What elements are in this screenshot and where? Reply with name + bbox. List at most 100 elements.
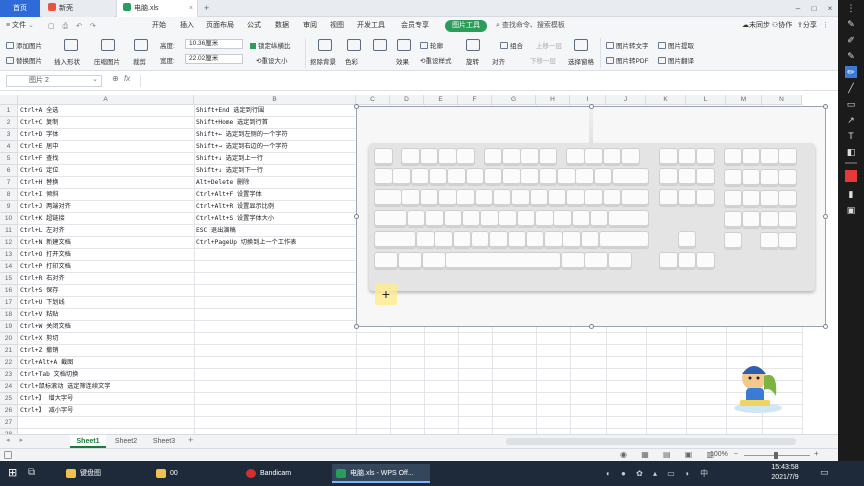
row-header[interactable]: 13 <box>0 249 18 261</box>
row-header[interactable]: 8 <box>0 189 18 201</box>
keyboard-picture[interactable]: + <box>354 104 828 329</box>
macro-icon[interactable] <box>4 451 12 459</box>
cell[interactable]: Ctrl+K 超链接 <box>20 213 193 225</box>
select-all-corner[interactable] <box>0 95 18 105</box>
cell[interactable]: Ctrl+I 倾斜 <box>20 189 193 201</box>
start-icon[interactable]: ⊞ <box>8 467 20 479</box>
menu-review[interactable]: 审阅 <box>303 17 317 35</box>
cell[interactable]: Ctrl+E 居中 <box>20 141 193 153</box>
zoom-level[interactable]: 100% <box>710 451 728 458</box>
taskbar-app-folder[interactable]: 00 <box>152 464 238 483</box>
cell[interactable]: Ctrl+PageUp 切换到上一个工作表 <box>196 237 355 249</box>
cell[interactable]: Ctrl+P 打印文档 <box>20 261 193 273</box>
resize-handle[interactable] <box>823 324 828 329</box>
menu-file[interactable]: ≡ 文件 ⌄ <box>6 17 34 35</box>
maximize-icon[interactable]: □ <box>806 0 822 17</box>
view-mode-icons[interactable]: ◉ ▦ ▤ ▣ ▥ <box>620 450 720 459</box>
cell[interactable]: Ctrl+】 减小字号 <box>20 405 193 417</box>
column-header[interactable]: D <box>390 95 424 105</box>
menu-formula[interactable]: 公式 <box>247 17 261 35</box>
tab-new[interactable]: 新壳 <box>42 0 114 17</box>
reset-style-button[interactable]: ⟲重设样式 <box>420 55 451 65</box>
cell[interactable]: Ctrl+R 右对齐 <box>20 273 193 285</box>
color-swatch-red[interactable] <box>845 170 857 182</box>
text-icon[interactable]: T <box>845 130 857 142</box>
row-header[interactable]: 24 <box>0 381 18 393</box>
menu-start[interactable]: 开始 <box>152 17 166 35</box>
cell[interactable]: Ctrl+W 关闭文档 <box>20 321 193 333</box>
row-header[interactable]: 5 <box>0 153 18 165</box>
cell[interactable]: Ctrl+Alt+F 设置字体 <box>196 189 355 201</box>
crop-button[interactable]: 裁剪 <box>133 56 146 66</box>
row-header[interactable]: 4 <box>0 141 18 153</box>
group-button[interactable]: 组合 <box>500 40 523 50</box>
row-header[interactable]: 2 <box>0 117 18 129</box>
eraser-icon[interactable]: ◧ <box>845 146 857 158</box>
clear-icon[interactable]: ▣ <box>845 204 857 216</box>
align-button[interactable]: 对齐 <box>492 56 505 66</box>
cell[interactable]: Ctrl+C 复制 <box>20 117 193 129</box>
column-header[interactable]: A <box>18 95 194 105</box>
pen-icon[interactable]: ✎ <box>845 18 857 30</box>
row-header[interactable]: 9 <box>0 201 18 213</box>
menu-insert[interactable]: 插入 <box>180 17 194 35</box>
cell[interactable]: Alt+Delete 删除 <box>196 177 355 189</box>
cell[interactable]: Ctrl+F 查找 <box>20 153 193 165</box>
cell[interactable]: Ctrl+H 替换 <box>20 177 193 189</box>
sheet-tab-2[interactable]: Sheet2 <box>108 435 144 448</box>
cell[interactable]: Ctrl+S 保存 <box>20 285 193 297</box>
cell[interactable]: Ctrl+鼠标滚动 选定筛连续文字 <box>20 381 193 393</box>
cell[interactable]: Ctrl+V 粘贴 <box>20 309 193 321</box>
row-header[interactable]: 19 <box>0 321 18 333</box>
column-header[interactable]: H <box>536 95 570 105</box>
notification-icon[interactable]: ▭ <box>820 467 829 478</box>
zoom-in-icon[interactable]: + <box>814 449 819 458</box>
share-button[interactable]: ⇪分享 <box>797 17 817 35</box>
resize-handle[interactable] <box>354 104 359 109</box>
task-view-icon[interactable]: ⧉ <box>28 467 40 479</box>
more-icon[interactable]: ⋮ <box>822 17 829 35</box>
column-header[interactable]: B <box>194 95 356 105</box>
arrow-icon[interactable]: ↗ <box>845 114 857 126</box>
cell[interactable]: Ctrl+A 全选 <box>20 105 193 117</box>
cell[interactable]: Ctrl+Z 撤销 <box>20 345 193 357</box>
menu-member[interactable]: 会员专享 <box>401 17 429 35</box>
system-tray-icons[interactable]: ◐ ● ✿ ▴ ▭ ◗ 中 <box>606 468 712 479</box>
column-header[interactable]: F <box>458 95 492 105</box>
tab-document[interactable]: 电脑.xls × <box>116 0 198 17</box>
pencil-active-icon[interactable]: ✏ <box>845 66 857 78</box>
menu-view[interactable]: 视图 <box>330 17 344 35</box>
resize-handle[interactable] <box>354 214 359 219</box>
cell[interactable]: Ctrl+J 两端对齐 <box>20 201 193 213</box>
cell[interactable]: Shift+Home 选定到行首 <box>196 117 355 129</box>
sheet-tab-3[interactable]: Sheet3 <box>146 435 182 448</box>
zoom-slider-thumb[interactable] <box>774 452 778 459</box>
close-tab-icon[interactable]: × <box>189 0 193 17</box>
cell[interactable]: Shift+↓ 选定到下一行 <box>196 165 355 177</box>
resize-handle[interactable] <box>354 324 359 329</box>
cell[interactable]: Ctrl+O 打开文档 <box>20 249 193 261</box>
column-header[interactable]: I <box>570 95 606 105</box>
row-header[interactable]: 26 <box>0 405 18 417</box>
column-header[interactable]: M <box>726 95 762 105</box>
name-box[interactable]: 图片 2 <box>6 75 102 87</box>
column-header[interactable]: E <box>424 95 458 105</box>
remove-background-button[interactable]: 抠除背景 <box>310 56 336 66</box>
cell[interactable]: Ctrl+Tab 文档切换 <box>20 369 193 381</box>
resize-handle[interactable] <box>823 214 828 219</box>
menu-developer[interactable]: 开发工具 <box>357 17 385 35</box>
marker-icon[interactable]: ✐ <box>845 34 857 46</box>
column-header[interactable]: K <box>646 95 686 105</box>
row-header[interactable]: 25 <box>0 393 18 405</box>
cell[interactable]: Ctrl+U 下划线 <box>20 297 193 309</box>
send-backward-button[interactable]: 下移一层 <box>530 55 556 65</box>
row-header[interactable]: 11 <box>0 225 18 237</box>
cell[interactable]: Ctrl+Alt+A 截图 <box>20 357 193 369</box>
picture-to-text-button[interactable]: 图片转文字 <box>606 40 649 50</box>
add-sheet-icon[interactable]: + <box>188 435 193 445</box>
sheet-nav-arrows-icon[interactable]: ◂ ▸ <box>6 436 27 444</box>
taskbar-app-wps[interactable]: 电脑.xls - WPS Off... <box>332 464 430 483</box>
stroke-width-icon[interactable]: ▮ <box>845 188 857 200</box>
zoom-icon[interactable]: ⊕ <box>112 74 119 83</box>
cell[interactable]: Ctrl+Alt+S 设置字体大小 <box>196 213 355 225</box>
